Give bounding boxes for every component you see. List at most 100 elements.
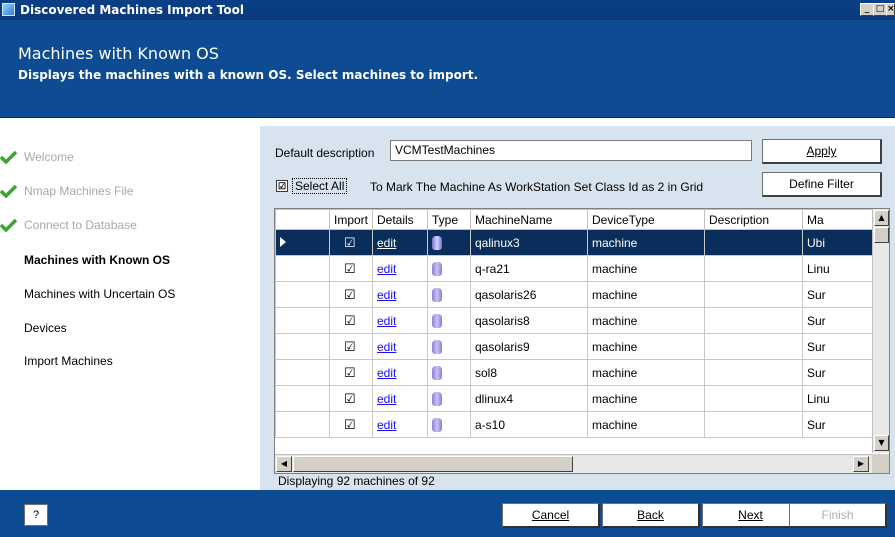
vertical-scrollbar[interactable]: ▲ ▼ [872,209,889,453]
step-nmap-file: Nmap Machines File [0,181,133,201]
table-row[interactable]: ☑ edit sol8 machine Sur [275,359,873,386]
edit-link[interactable]: edit [377,392,396,406]
maximize-button[interactable]: □ [873,3,887,16]
device-type-cell: machine [587,281,705,308]
col-header-details[interactable]: Details [372,209,428,230]
details-cell[interactable]: edit [372,385,428,412]
import-cell[interactable]: ☑ [329,333,373,360]
col-header-device-type[interactable]: DeviceType [587,209,705,230]
database-icon [432,261,442,276]
machine-name-cell: dlinux4 [470,385,588,412]
table-row[interactable]: ☑ edit a-s10 machine Sur [275,411,873,438]
workstation-hint: To Mark The Machine As WorkStation Set C… [370,180,704,194]
default-description-input[interactable]: VCMTestMachines [390,140,752,161]
machine-name-cell: a-s10 [470,411,588,438]
details-cell[interactable]: edit [372,281,428,308]
table-row[interactable]: ☑ edit dlinux4 machine Linu [275,385,873,412]
table-row[interactable]: ☑ edit qasolaris8 machine Sur [275,307,873,334]
device-type-cell: machine [587,307,705,334]
finish-button[interactable]: Finish [789,503,887,528]
edit-link[interactable]: edit [377,418,396,432]
edit-link[interactable]: edit [377,236,396,250]
wizard-footer: ? Cancel Back Next Finish [0,490,895,537]
checkbox-icon: ☑ [276,180,288,192]
details-cell[interactable]: edit [372,333,428,360]
import-cell[interactable]: ☑ [329,359,373,386]
define-filter-button[interactable]: Define Filter [762,172,882,197]
page-title: Machines with Known OS [18,44,219,63]
import-cell[interactable]: ☑ [329,229,373,256]
horizontal-scrollbar[interactable]: ◀ ▶ [275,454,872,473]
database-icon [432,391,442,406]
back-label: Back [637,508,664,522]
edit-link[interactable]: edit [377,262,396,276]
details-cell[interactable]: edit [372,411,428,438]
details-cell[interactable]: edit [372,229,428,256]
step-label: Machines with Known OS [24,253,171,267]
machines-table: Import Details Type MachineName DeviceTy… [275,209,873,438]
scroll-up-button[interactable]: ▲ [874,210,889,226]
type-cell [427,359,471,386]
scroll-left-button[interactable]: ◀ [276,456,292,472]
import-cell[interactable]: ☑ [329,307,373,334]
import-cell[interactable]: ☑ [329,255,373,282]
import-checkbox[interactable]: ☑ [344,287,356,302]
next-button[interactable]: Next [702,503,800,528]
import-checkbox[interactable]: ☑ [344,235,356,250]
scroll-down-button[interactable]: ▼ [874,435,889,451]
edit-link[interactable]: edit [377,288,396,302]
details-cell[interactable]: edit [372,307,428,334]
details-cell[interactable]: edit [372,359,428,386]
close-button[interactable]: × [886,3,895,16]
import-checkbox[interactable]: ☑ [344,339,356,354]
edit-link[interactable]: edit [377,314,396,328]
row-marker-cell [275,411,330,438]
col-header-import[interactable]: Import [329,209,373,230]
back-button[interactable]: Back [602,503,700,528]
finish-label: Finish [821,508,854,522]
import-cell[interactable]: ☑ [329,411,373,438]
table-row[interactable]: ☑ edit q-ra21 machine Linu [275,255,873,282]
import-checkbox[interactable]: ☑ [344,417,356,432]
description-cell [704,281,803,308]
edit-link[interactable]: edit [377,340,396,354]
import-cell[interactable]: ☑ [329,385,373,412]
cancel-button[interactable]: Cancel [502,503,600,528]
scroll-right-button[interactable]: ▶ [853,456,869,472]
table-row[interactable]: ☑ edit qalinux3 machine Ubi [275,229,873,256]
table-row[interactable]: ☑ edit qasolaris26 machine Sur [275,281,873,308]
machines-grid[interactable]: Import Details Type MachineName DeviceTy… [274,208,890,474]
step-label: Connect to Database [24,218,137,232]
table-row[interactable]: ☑ edit qasolaris9 machine Sur [275,333,873,360]
help-button[interactable]: ? [24,504,48,526]
type-cell [427,385,471,412]
step-import: Import Machines [24,351,113,371]
machine-name-cell: q-ra21 [470,255,588,282]
horizontal-scroll-thumb[interactable] [293,456,573,472]
device-type-cell: machine [587,229,705,256]
apply-button[interactable]: Apply [762,139,882,164]
machine-name-cell: sol8 [470,359,588,386]
minimize-button[interactable]: _ [860,3,874,16]
select-all-checkbox[interactable]: ☑ Select All [276,178,348,194]
step-connect-db: Connect to Database [0,215,137,235]
type-cell [427,411,471,438]
import-checkbox[interactable]: ☑ [344,391,356,406]
import-checkbox[interactable]: ☑ [344,365,356,380]
database-icon [432,365,442,380]
import-checkbox[interactable]: ☑ [344,313,356,328]
import-cell[interactable]: ☑ [329,281,373,308]
col-header-type[interactable]: Type [427,209,471,230]
machine-name-cell: qasolaris9 [470,333,588,360]
col-header-ma[interactable]: Ma [802,209,873,230]
details-cell[interactable]: edit [372,255,428,282]
database-icon [432,339,442,354]
step-uncertain-os: Machines with Uncertain OS [24,284,175,304]
edit-link[interactable]: edit [377,366,396,380]
window-title: Discovered Machines Import Tool [20,3,244,17]
vertical-scroll-thumb[interactable] [874,227,889,243]
col-header-description[interactable]: Description [704,209,803,230]
description-cell [704,307,803,334]
col-header-machine-name[interactable]: MachineName [470,209,588,230]
import-checkbox[interactable]: ☑ [344,261,356,276]
